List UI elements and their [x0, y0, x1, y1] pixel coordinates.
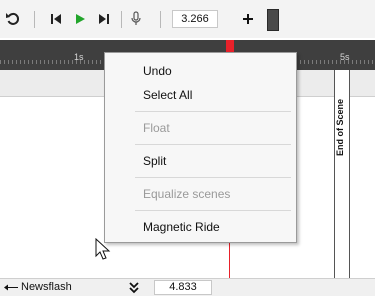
microphone-icon[interactable] [128, 0, 144, 38]
end-of-scene-label: End of Scene [335, 98, 345, 156]
menu-item-split[interactable]: Split [105, 150, 296, 172]
mouse-pointer-icon [95, 237, 111, 265]
ruler-label-1s: 1s [74, 52, 84, 62]
menu-separator [135, 177, 291, 178]
double-chevron-down-icon[interactable] [128, 279, 140, 296]
undo-icon[interactable] [2, 0, 24, 38]
toolbar: 3.266 [0, 0, 375, 38]
plus-icon[interactable] [240, 0, 256, 38]
menu-item-float: Float [143, 121, 170, 135]
menu-item-select-all[interactable]: Select All [105, 84, 296, 106]
play-icon[interactable] [72, 0, 88, 38]
toolbar-separator [34, 11, 35, 28]
menu-separator [135, 144, 291, 145]
track-arrow-icon [3, 279, 19, 296]
level-meter [267, 9, 279, 31]
track-label: Newsflash [21, 281, 72, 293]
menu-item-undo[interactable]: Undo [105, 60, 296, 82]
ruler-label-5s: 5s [340, 52, 350, 62]
skip-to-end-icon[interactable] [96, 0, 112, 38]
context-menu: Undo Select All Float Split Equalize sce… [104, 52, 297, 243]
menu-item-equalize-scenes: Equalize scenes [143, 187, 231, 201]
current-time-field[interactable]: 3.266 [172, 10, 218, 28]
toolbar-separator [121, 11, 122, 28]
duration-field[interactable]: 4.833 [154, 280, 212, 295]
menu-separator [135, 111, 291, 112]
menu-separator [135, 210, 291, 211]
skip-to-start-icon[interactable] [48, 0, 64, 38]
menu-item-magnetic-ride[interactable]: Magnetic Ride [105, 216, 296, 238]
toolbar-separator [160, 11, 161, 28]
status-bar: Newsflash 4.833 [0, 278, 375, 296]
